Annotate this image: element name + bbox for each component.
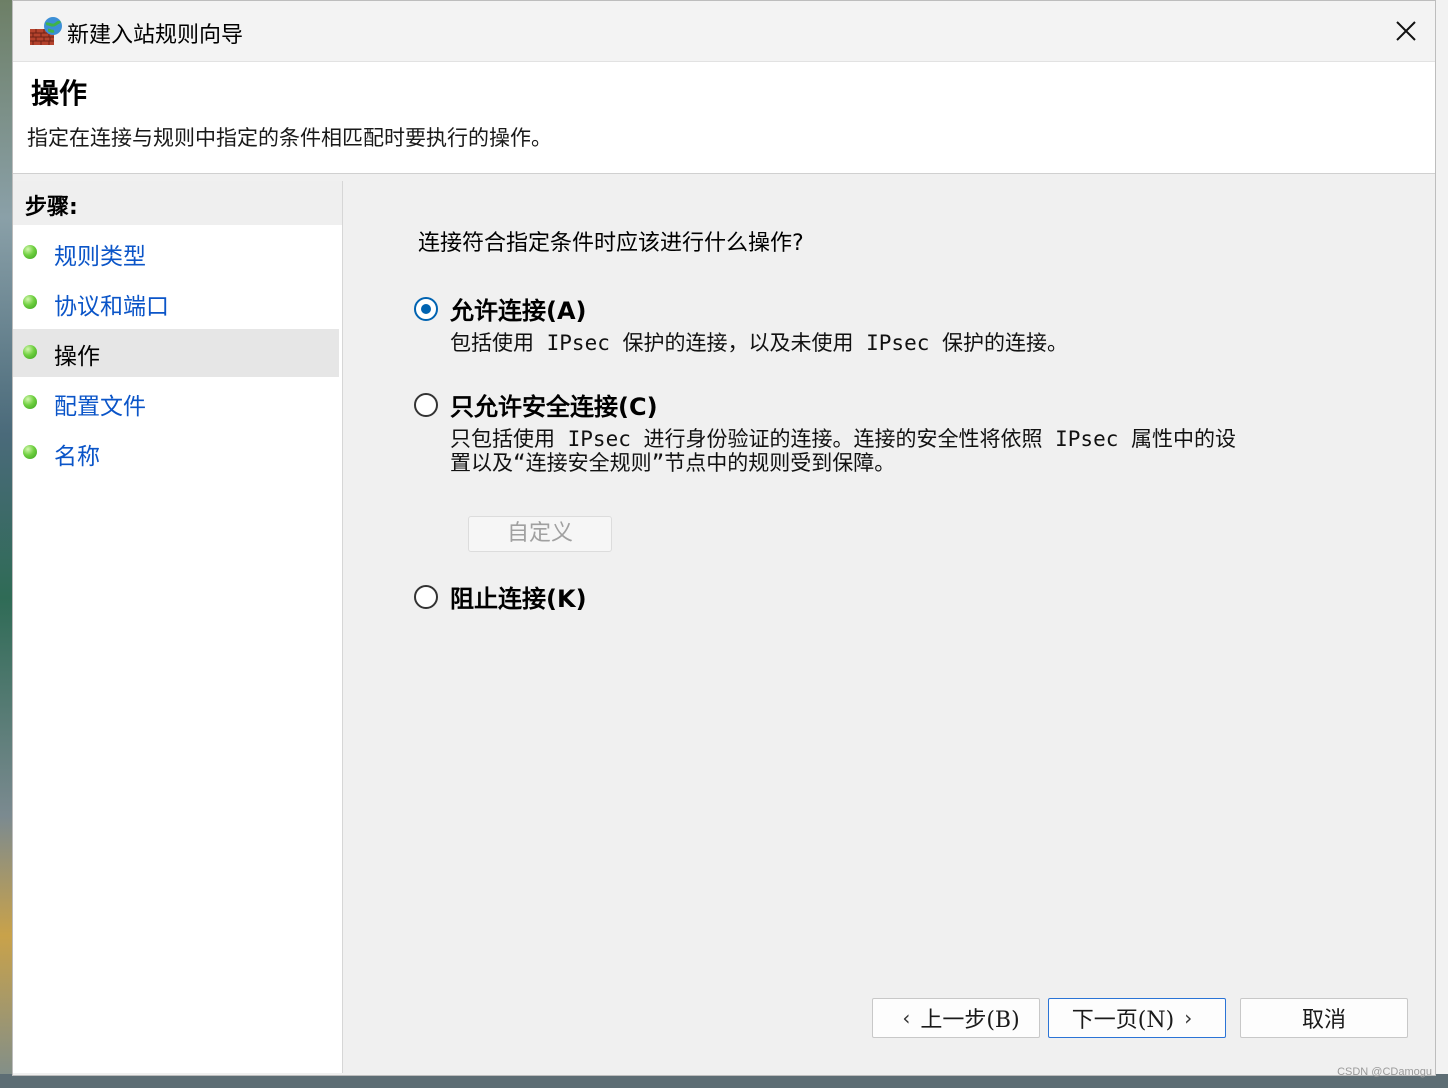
steps-pane: 步骤: 规则类型 协议和端口 操作 配置文件 名称 (13, 181, 343, 1073)
page-header: 操作 指定在连接与规则中指定的条件相匹配时要执行的操作。 (13, 62, 1435, 174)
allow-secure-label[interactable]: 只允许安全连接(C) (450, 387, 658, 422)
title-bar[interactable]: 新建入站规则向导 (13, 1, 1435, 62)
step-bullet-icon (23, 445, 37, 459)
page-title: 操作 (31, 77, 88, 110)
step-protocol-ports[interactable]: 协议和端口 (13, 279, 339, 327)
chevron-right-icon: › (1184, 1006, 1193, 1030)
back-button[interactable]: ‹ 上一步(B) (872, 998, 1040, 1038)
step-label[interactable]: 规则类型 (54, 237, 146, 271)
allow-radio[interactable] (414, 297, 438, 321)
firewall-icon (30, 17, 62, 45)
allow-secure-radio[interactable] (414, 393, 438, 417)
step-label[interactable]: 配置文件 (54, 387, 146, 421)
step-bullet-icon (23, 295, 37, 309)
main-content: 连接符合指定条件时应该进行什么操作? 允许连接(A) 包括使用 IPsec 保护… (348, 181, 1435, 1075)
step-label[interactable]: 名称 (54, 437, 100, 471)
cancel-button[interactable]: 取消 (1240, 998, 1408, 1038)
step-rule-type[interactable]: 规则类型 (13, 229, 339, 277)
close-icon (1396, 21, 1416, 41)
step-bullet-icon (23, 395, 37, 409)
step-bullet-icon (23, 245, 37, 259)
steps-heading-label: 步骤: (25, 195, 78, 220)
window-title: 新建入站规则向导 (67, 23, 244, 48)
step-label[interactable]: 协议和端口 (54, 287, 169, 321)
close-button[interactable] (1383, 9, 1429, 53)
wizard-window: 新建入站规则向导 操作 指定在连接与规则中指定的条件相匹配时要执行的操作。 步骤… (12, 0, 1436, 1076)
allow-secure-description-line: 置以及“连接安全规则”节点中的规则受到保障。 (450, 451, 896, 475)
cancel-button-label: 取消 (1301, 1008, 1346, 1033)
next-button[interactable]: 下一页(N) › (1048, 998, 1226, 1038)
allow-description-line: 包括使用 IPsec 保护的连接，以及未使用 IPsec 保护的连接。 (450, 331, 1069, 355)
step-name[interactable]: 名称 (13, 429, 339, 477)
next-button-label: 下一页(N) (1071, 1008, 1175, 1033)
allow-description: 包括使用 IPsec 保护的连接，以及未使用 IPsec 保护的连接。 (450, 331, 1068, 355)
page-description: 指定在连接与规则中指定的条件相匹配时要执行的操作。 (27, 126, 552, 150)
back-button-label: 上一步(B) (920, 1008, 1020, 1033)
watermark: CSDN @CDamogu (1337, 1066, 1432, 1078)
step-label: 操作 (54, 344, 100, 370)
customize-button: 自定义 (468, 516, 612, 552)
chevron-left-icon: ‹ (902, 1006, 911, 1030)
desktop-background-right (1434, 0, 1448, 1088)
action-question: 连接符合指定条件时应该进行什么操作? (418, 231, 804, 256)
allow-secure-description: 只包括使用 IPsec 进行身份验证的连接。连接的安全性将依照 IPsec 属性… (450, 427, 1236, 475)
step-action[interactable]: 操作 (13, 329, 339, 377)
allow-secure-description-line: 只包括使用 IPsec 进行身份验证的连接。连接的安全性将依照 IPsec 属性… (450, 427, 1237, 451)
block-radio[interactable] (414, 585, 438, 609)
block-label[interactable]: 阻止连接(K) (450, 579, 587, 614)
steps-heading: 步骤: (13, 181, 342, 225)
desktop-background-bottom (0, 1074, 1448, 1088)
allow-label[interactable]: 允许连接(A) (450, 291, 587, 326)
step-bullet-icon (23, 345, 37, 359)
step-profile[interactable]: 配置文件 (13, 379, 339, 427)
